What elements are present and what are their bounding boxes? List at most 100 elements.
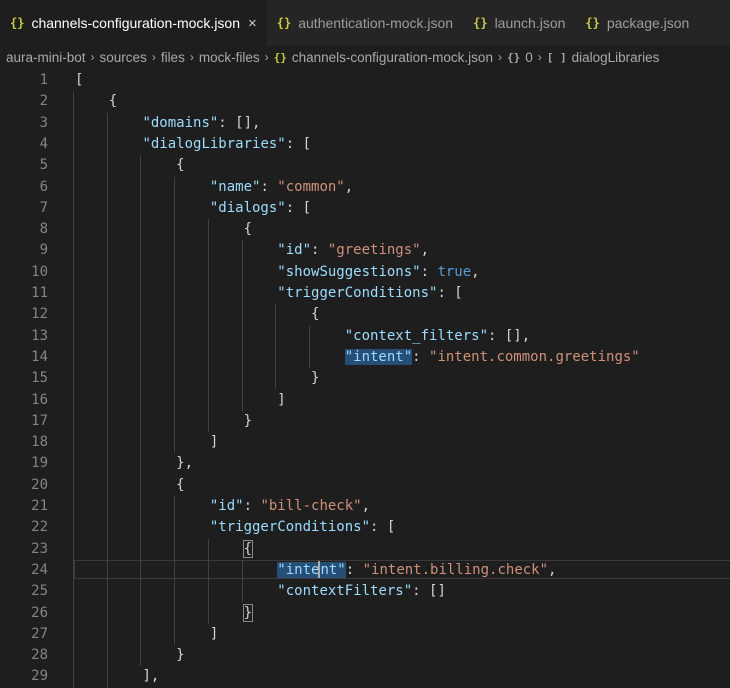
code-line: 6 "name": "common",	[0, 177, 730, 198]
line-number: 15	[31, 370, 48, 387]
indent-guide	[309, 325, 311, 369]
code-editor[interactable]: 1[2 {3 "domains": [], 4 "dialogLibraries"…	[0, 68, 730, 688]
code-line: 5 {	[0, 155, 730, 176]
indentation	[75, 179, 210, 195]
json-boolean-token: true	[437, 263, 472, 280]
code-text: },	[75, 453, 193, 474]
breadcrumb-item[interactable]: sources	[100, 50, 147, 65]
punctuation-token: }	[243, 412, 253, 429]
code-line: 29 ],	[0, 666, 730, 687]
code-text: {	[75, 91, 117, 112]
line-number: 10	[31, 263, 48, 280]
punctuation-token: ]	[209, 625, 219, 642]
indentation	[75, 392, 277, 408]
code-line: 25 "contextFilters": []	[0, 581, 730, 602]
code-line: 22 "triggerConditions": [	[0, 517, 730, 538]
code-line: 12 {	[0, 304, 730, 325]
code-line: 21 "id": "bill-check",	[0, 496, 730, 517]
editor-tab[interactable]: {} authentication-mock.json	[267, 0, 463, 46]
close-icon[interactable]: ×	[248, 15, 257, 32]
line-number: 25	[31, 583, 48, 600]
line-number: 21	[31, 498, 48, 514]
json-array-icon: [ ]	[546, 50, 567, 64]
json-key-token-highlighted: "intent"	[344, 348, 413, 365]
code-text: "dialogs": [	[75, 198, 311, 219]
indentation	[75, 626, 210, 642]
indentation	[75, 477, 176, 493]
code-line: 26 }	[0, 603, 730, 624]
code-text: }	[75, 645, 185, 666]
code-text: {	[75, 304, 319, 325]
indentation	[75, 668, 142, 684]
punctuation-token: ,	[471, 263, 480, 280]
code-text: [	[75, 70, 83, 91]
editor-tab[interactable]: {} channels-configuration-mock.json ×	[0, 0, 267, 46]
chevron-right-icon: ›	[151, 50, 156, 64]
matched-bracket: }	[242, 603, 254, 622]
indentation	[75, 434, 210, 450]
breadcrumb-item[interactable]: files	[161, 50, 185, 65]
chevron-right-icon: ›	[264, 50, 269, 64]
line-number: 17	[31, 412, 48, 429]
code-text: "triggerConditions": [	[75, 283, 462, 304]
json-string-token: "intent.billing.check"	[362, 561, 549, 578]
json-object-icon: {}	[506, 50, 521, 64]
editor-tab[interactable]: {} launch.json	[463, 0, 575, 46]
code-text: "contextFilters": []	[75, 581, 446, 602]
code-line: 9 "id": "greetings",	[0, 240, 730, 261]
code-line: 17 }	[0, 411, 730, 432]
tab-label: launch.json	[494, 15, 566, 31]
line-number: 9	[39, 242, 48, 259]
line-number: 23	[31, 540, 48, 557]
punctuation-token: }	[176, 647, 185, 664]
punctuation-token: [	[75, 72, 84, 88]
line-number: 11	[31, 285, 48, 301]
line-number: 26	[31, 604, 48, 621]
json-key-token: "dialogLibraries"	[142, 135, 286, 152]
indentation	[75, 349, 345, 365]
punctuation-token: : [],	[218, 114, 261, 131]
punctuation-token: : [],	[488, 327, 531, 344]
breadcrumb-item[interactable]: dialogLibraries	[572, 50, 660, 65]
code-line: 7 "dialogs": [	[0, 198, 730, 219]
indent-guide	[275, 304, 277, 390]
json-key-token: "id"	[209, 498, 244, 514]
code-text: "intent": "intent.billing.check",	[75, 560, 556, 581]
punctuation-token: ,	[420, 242, 430, 259]
indentation	[75, 328, 345, 344]
punctuation-token: :	[243, 498, 261, 514]
indentation	[75, 498, 210, 514]
indent-guide	[207, 219, 209, 433]
punctuation-token: :	[345, 561, 363, 578]
indentation	[75, 136, 142, 152]
punctuation-token: },	[176, 455, 194, 472]
indentation	[75, 455, 176, 471]
line-number: 28	[31, 647, 48, 664]
breadcrumb-item[interactable]: aura-mini-bot	[6, 50, 86, 65]
punctuation-token: {	[243, 221, 253, 238]
chevron-right-icon: ›	[189, 50, 194, 64]
editor-tab-bar: {} channels-configuration-mock.json × {} aut…	[0, 0, 730, 46]
breadcrumb-item[interactable]: 0	[525, 50, 533, 65]
punctuation-token: :	[420, 263, 438, 280]
code-line: 10 "showSuggestions": true,	[0, 262, 730, 283]
indentation	[75, 221, 244, 237]
code-line: 8 {	[0, 219, 730, 240]
breadcrumb-item[interactable]: channels-configuration-mock.json	[292, 50, 493, 65]
breadcrumb-item[interactable]: mock-files	[199, 50, 260, 65]
editor-tab[interactable]: {} package.json	[575, 0, 699, 46]
line-number: 22	[31, 519, 48, 536]
line-number: 19	[31, 455, 48, 472]
json-key-token: "id"	[277, 242, 312, 259]
json-braces-icon: {}	[276, 16, 292, 30]
punctuation-token: : [	[370, 519, 396, 536]
code-line: 28 }	[0, 645, 730, 666]
json-braces-icon: {}	[273, 50, 287, 64]
code-line: 24 "intent": "intent.billing.check",	[0, 559, 730, 581]
line-number: 4	[39, 135, 48, 152]
indent-guide	[241, 240, 243, 411]
indentation	[75, 115, 142, 131]
punctuation-token: ,	[548, 561, 557, 578]
punctuation-token: ,	[344, 178, 354, 195]
code-line: 14 "intent": "intent.common.greetings"	[0, 347, 730, 368]
